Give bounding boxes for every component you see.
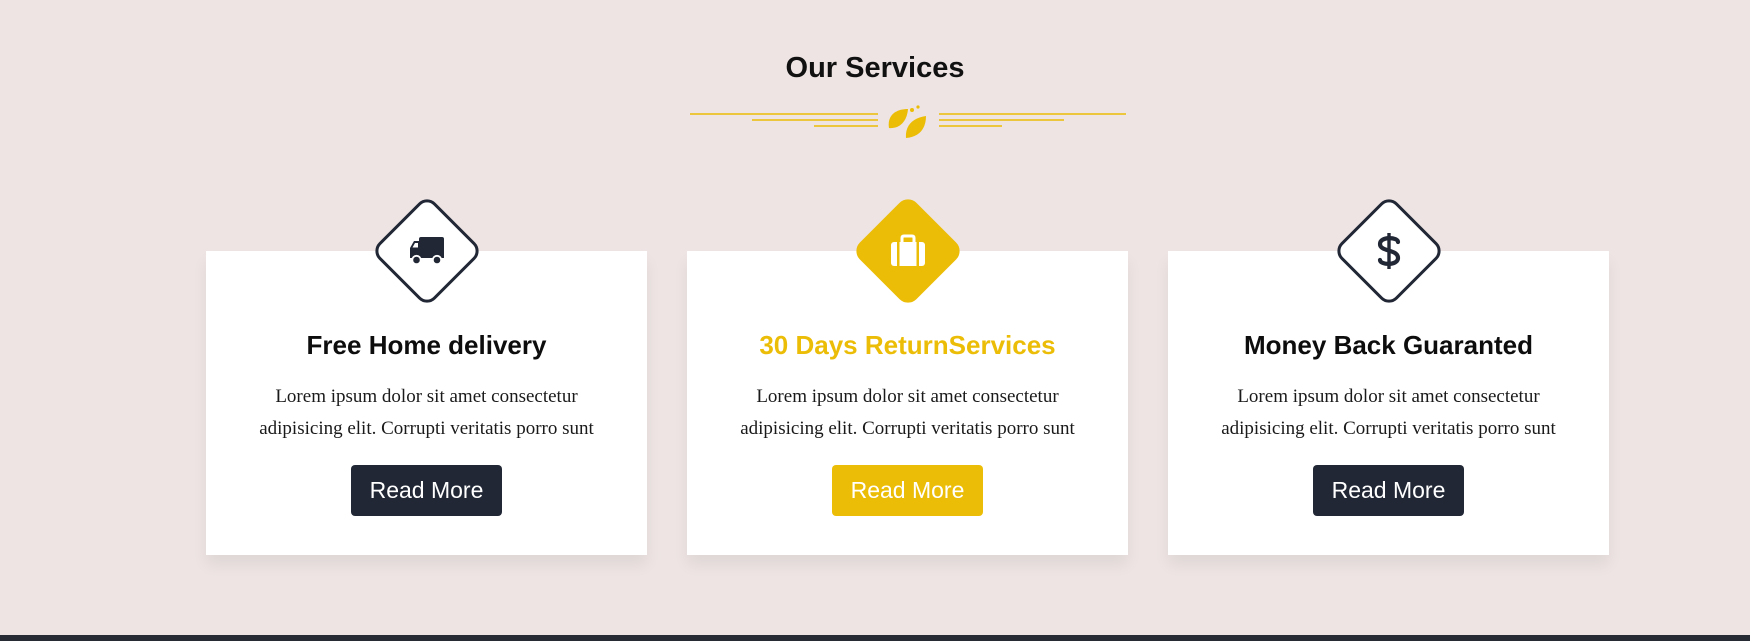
service-icon-frame	[369, 194, 484, 308]
read-more-button[interactable]: Read More	[351, 465, 502, 516]
read-more-button[interactable]: Read More	[1313, 465, 1464, 516]
read-more-button[interactable]: Read More	[832, 465, 983, 516]
leaves-icon	[888, 105, 926, 138]
truck-icon	[409, 237, 444, 266]
briefcase-icon	[890, 234, 925, 266]
service-card-money-back: Money Back Guaranted Lorem ipsum dolor s…	[1168, 194, 1609, 555]
service-description: Lorem ipsum dolor sit amet consectetur a…	[740, 386, 1075, 439]
dollar-icon	[1377, 233, 1400, 269]
footer-strip	[0, 635, 1750, 641]
service-title: Free Home delivery	[306, 330, 547, 360]
service-description: Lorem ipsum dolor sit amet consectetur a…	[1221, 386, 1556, 439]
service-card-free-home-delivery: Free Home delivery Lorem ipsum dolor sit…	[206, 194, 647, 555]
service-icon-frame	[1331, 194, 1446, 308]
leaf-divider	[690, 105, 1126, 138]
service-title: Money Back Guaranted	[1244, 330, 1533, 360]
service-description: Lorem ipsum dolor sit amet consectetur a…	[259, 386, 594, 439]
service-title: 30 Days ReturnServices	[759, 330, 1056, 360]
section-title: Our Services	[785, 52, 965, 84]
service-icon-frame	[850, 194, 965, 308]
divider-lines-left	[690, 113, 878, 127]
service-card-30-days-return: 30 Days ReturnServices Lorem ipsum dolor…	[687, 194, 1128, 555]
divider-lines-right	[939, 113, 1126, 127]
